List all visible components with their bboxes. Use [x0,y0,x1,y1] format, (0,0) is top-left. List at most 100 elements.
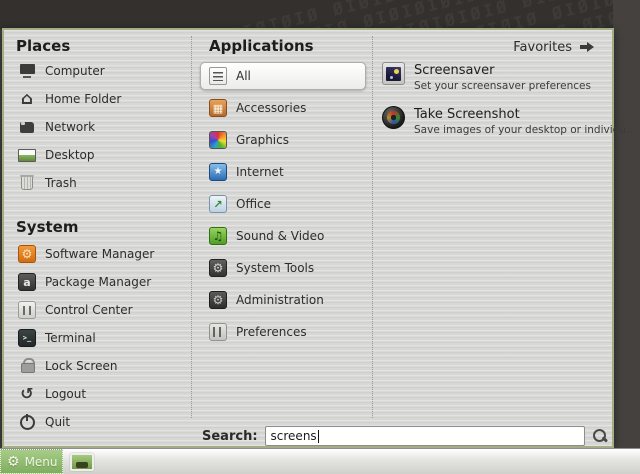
binary-pattern: ØIØIØIØIØ ØIØIØIØIØ ØIØIØIØIØ ØIØIØIØIØ … [613,89,640,449]
places-item[interactable]: Network [16,113,121,141]
application-category-label: Accessories [236,101,307,115]
application-category-item[interactable]: Preferences [200,318,366,346]
places-item-icon [18,62,36,80]
application-category-item[interactable]: Sound & Video [200,222,366,250]
application-category-label: Graphics [236,133,289,147]
search-magnifier-icon [592,428,608,444]
system-item-icon [18,329,36,347]
system-item[interactable]: Terminal [16,324,154,352]
menu-button-label: Menu [24,454,58,469]
application-categories-list: All Accessories Graphics Internet Office… [200,62,366,350]
system-item-label: Software Manager [45,247,155,261]
search-result-item[interactable]: Take Screenshot Save images of your desk… [382,106,636,136]
application-category-item[interactable]: Accessories [200,94,366,122]
system-item-icon [18,245,36,263]
places-heading: Places [16,37,71,55]
application-category-label: Preferences [236,325,307,339]
places-item-label: Computer [45,64,105,78]
places-item[interactable]: Desktop [16,141,121,169]
places-item-label: Desktop [45,148,95,162]
search-result-title: Take Screenshot [414,107,520,122]
application-category-icon [209,67,227,85]
menu-button[interactable]: ⚙ Menu [0,449,63,474]
application-category-label: Sound & Video [236,229,325,243]
applications-heading: Applications [209,37,314,55]
desktop-wallpaper-right: ØIØIØIØIØ ØIØIØIØIØ ØIØIØIØIØ ØIØIØIØIØ … [613,0,640,449]
places-item-label: Trash [45,176,77,190]
show-desktop-button[interactable] [66,450,98,474]
desktop-wallpaper-top: ØIØIØIØIØ ØIØIØIØIØ ØIØIØIØIØ ØIØIØIØIØ … [0,0,640,29]
system-item[interactable]: Package Manager [16,268,154,296]
system-item-label: Lock Screen [45,359,118,373]
system-item-label: Control Center [45,303,133,317]
application-category-icon [209,195,227,213]
application-category-icon [209,259,227,277]
application-category-item[interactable]: Graphics [200,126,366,154]
places-item-icon [18,146,36,164]
system-item-label: Terminal [45,331,96,345]
search-label: Search: [202,428,258,444]
application-category-item[interactable]: Administration [200,286,366,314]
arrow-right-icon [580,42,594,52]
mint-menu-window: Places Computer Home Folder Network Desk… [2,28,636,448]
search-input-value: screens [270,429,317,443]
application-category-icon [209,131,227,149]
application-category-label: Office [236,197,272,211]
application-category-icon [209,291,227,309]
binary-pattern: ØIØIØIØIØ ØIØIØIØIØ ØIØIØIØIØ ØIØIØIØIØ … [0,0,640,29]
system-item-label: Quit [45,415,71,429]
system-item[interactable]: Logout [16,380,154,408]
application-category-item[interactable]: Internet [200,158,366,186]
places-item[interactable]: Home Folder [16,85,121,113]
places-item[interactable]: Computer [16,57,121,85]
system-item-icon [18,301,36,319]
system-item-icon [18,357,36,375]
system-item-icon [18,273,36,291]
system-item[interactable]: Lock Screen [16,352,154,380]
panel-taskbar: ⚙ Menu [0,448,640,474]
system-item-icon [18,385,36,403]
application-category-item[interactable]: Office [200,190,366,218]
application-category-icon [209,227,227,245]
application-category-item[interactable]: All [200,62,366,90]
application-category-label: System Tools [236,261,315,275]
system-item[interactable]: Software Manager [16,240,154,268]
system-heading: System [16,218,79,236]
system-list: Software Manager Package Manager Control… [16,240,154,436]
places-item-label: Home Folder [45,92,122,106]
search-result-title: Screensaver [414,63,495,78]
search-result-icon [382,106,405,129]
search-bar: Search: screens [202,425,608,447]
favorites-button[interactable]: Favorites [513,38,594,56]
search-result-icon [382,62,405,85]
application-category-icon [209,99,227,117]
places-item-icon [18,90,36,108]
gear-icon: ⚙ [7,453,20,470]
system-item[interactable]: Control Center [16,296,154,324]
search-results-list: Screensaver Set your screensaver prefere… [382,62,636,136]
text-caret [317,429,319,443]
application-category-item[interactable]: System Tools [200,254,366,282]
search-input[interactable]: screens [264,426,585,446]
column-divider [191,36,192,418]
places-item[interactable]: Trash [16,169,121,197]
desktop: ØIØIØIØIØ ØIØIØIØIØ ØIØIØIØIØ ØIØIØIØIØ … [0,0,640,474]
application-category-label: Internet [236,165,284,179]
search-result-item[interactable]: Screensaver Set your screensaver prefere… [382,62,608,92]
places-item-icon [18,118,36,136]
application-category-icon [209,323,227,341]
places-item-label: Network [45,120,96,134]
search-result-subtitle: Save images of your desktop or individu.… [414,124,636,136]
show-desktop-icon [70,453,94,471]
column-divider [372,36,373,418]
places-list: Computer Home Folder Network Desktop Tra… [16,57,121,197]
application-category-label: All [236,69,251,83]
places-item-icon [18,174,36,192]
favorites-label: Favorites [513,39,572,55]
system-item-label: Package Manager [45,275,152,289]
system-item[interactable]: Quit [16,408,154,436]
system-item-icon [18,413,36,431]
application-category-icon [209,163,227,181]
application-category-label: Administration [236,293,324,307]
search-result-subtitle: Set your screensaver preferences [414,80,591,92]
